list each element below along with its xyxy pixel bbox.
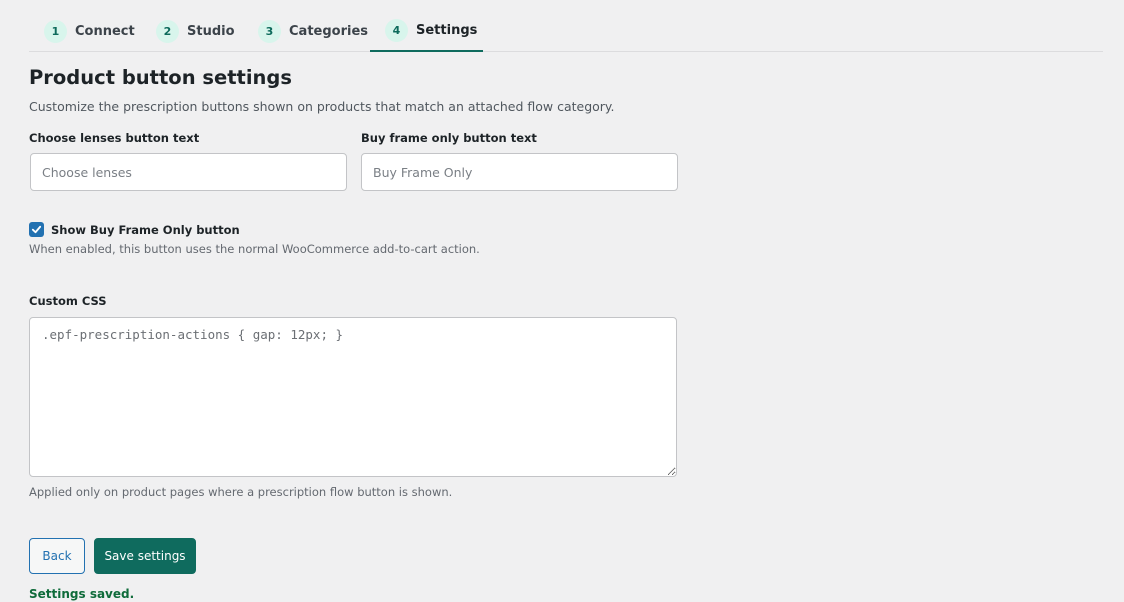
show-buy-frame-label: Show Buy Frame Only button bbox=[51, 222, 240, 237]
tab-studio[interactable]: 2 Studio bbox=[156, 10, 235, 52]
choose-lenses-label: Choose lenses button text bbox=[29, 131, 200, 145]
buy-frame-label: Buy frame only button text bbox=[361, 131, 537, 145]
checkmark-icon bbox=[31, 225, 42, 234]
show-buy-frame-hint: When enabled, this button uses the norma… bbox=[29, 242, 480, 256]
step-number-badge: 2 bbox=[156, 19, 179, 43]
show-buy-frame-checkbox[interactable] bbox=[29, 222, 44, 237]
step-tabs: 1 Connect 2 Studio 3 Categories 4 Settin… bbox=[29, 10, 1103, 52]
tab-label: Connect bbox=[75, 23, 135, 39]
step-number-badge: 1 bbox=[44, 19, 67, 43]
back-button[interactable]: Back bbox=[29, 538, 85, 574]
page-title: Product button settings bbox=[29, 66, 292, 89]
custom-css-hint: Applied only on product pages where a pr… bbox=[29, 485, 453, 499]
custom-css-label: Custom CSS bbox=[29, 294, 107, 308]
choose-lenses-input[interactable] bbox=[30, 153, 347, 191]
step-number-badge: 3 bbox=[258, 19, 281, 43]
buy-frame-input[interactable] bbox=[361, 153, 678, 191]
tab-settings[interactable]: 4 Settings bbox=[370, 10, 483, 52]
settings-page: 1 Connect 2 Studio 3 Categories 4 Settin… bbox=[0, 0, 1124, 602]
page-description: Customize the prescription buttons shown… bbox=[29, 99, 615, 114]
tab-connect[interactable]: 1 Connect bbox=[44, 10, 135, 52]
custom-css-textarea[interactable] bbox=[29, 317, 677, 477]
status-message: Settings saved. bbox=[29, 587, 135, 601]
step-number-badge: 4 bbox=[385, 18, 408, 42]
tab-label: Settings bbox=[416, 22, 478, 38]
tab-label: Categories bbox=[289, 23, 369, 39]
tab-categories[interactable]: 3 Categories bbox=[258, 10, 368, 52]
save-settings-button[interactable]: Save settings bbox=[94, 538, 196, 574]
show-buy-frame-option: Show Buy Frame Only button bbox=[29, 222, 240, 237]
tab-label: Studio bbox=[187, 23, 235, 39]
